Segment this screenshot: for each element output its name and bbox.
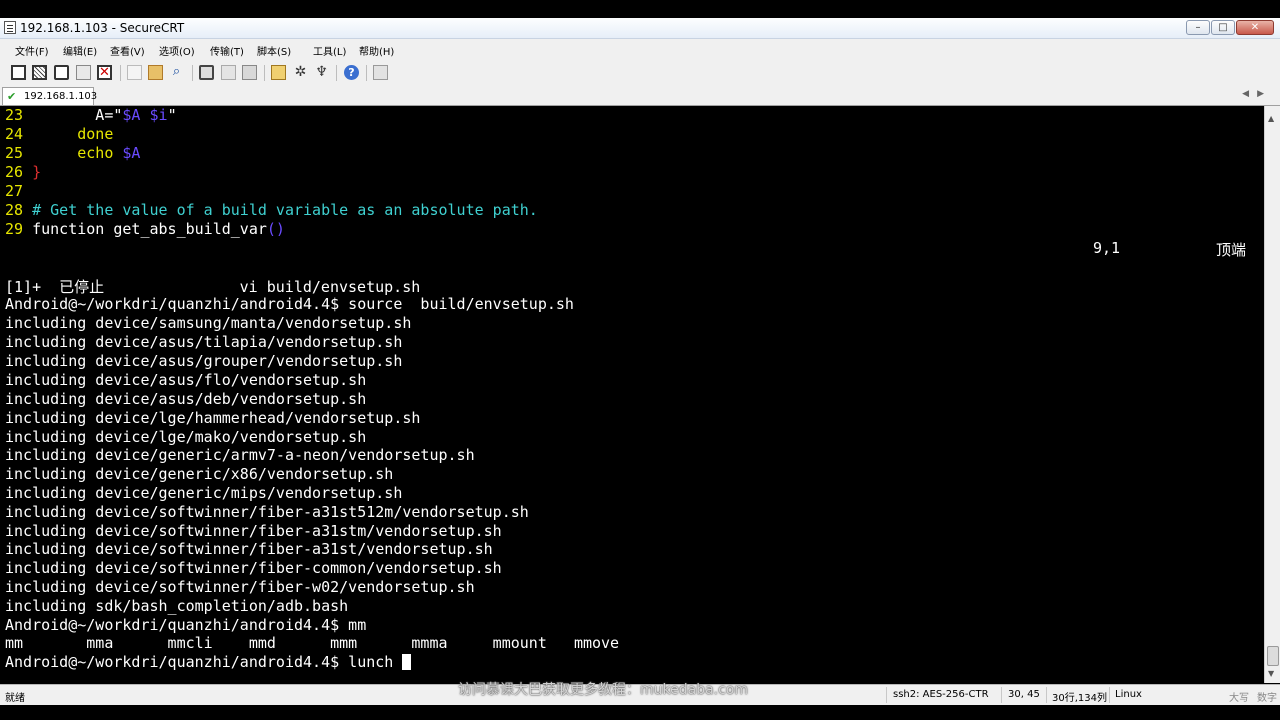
vim-scroll-indicator: 顶端 [1216, 241, 1247, 259]
shell-line: Android@~/workdri/quanzhi/android4.4$ mm [5, 616, 367, 634]
close-button[interactable]: ✕ [1236, 20, 1274, 35]
shell-line: including device/softwinner/fiber-a31st5… [5, 503, 529, 521]
connected-check-icon: ✔ [7, 90, 17, 103]
status-ready: 就绪 [5, 693, 25, 704]
toolbar-separator [120, 65, 121, 81]
find-icon[interactable]: ⌕ [169, 65, 184, 80]
vim-cursor-position: 9,1 [1093, 239, 1121, 257]
shell-line: mm mma mmcli mmd mmm mmma mmount mmove [5, 634, 620, 652]
shell-line: including device/asus/grouper/vendorsetu… [5, 352, 403, 370]
status-os: Linux [1115, 689, 1142, 700]
shell-line: including device/softwinner/fiber-common… [5, 559, 502, 577]
shell-line: including device/asus/tilapia/vendorsetu… [5, 333, 403, 351]
status-caps: 大写 [1229, 693, 1249, 704]
shell-line: including device/samsung/manta/vendorset… [5, 314, 412, 332]
shell-prompt-line: Android@~/workdri/quanzhi/android4.4$ lu… [5, 653, 412, 672]
shell-line: including device/asus/deb/vendorsetup.sh [5, 390, 367, 408]
print-setup-icon[interactable] [221, 65, 236, 80]
status-cipher: ssh2: AES-256-CTR [893, 689, 989, 700]
menu-file[interactable]: 文件(F) [15, 43, 49, 58]
shell-line: including device/lge/hammerhead/vendorse… [5, 409, 421, 427]
shell-line: including device/generic/x86/vendorsetup… [5, 465, 394, 483]
vim-line: 25 echo $A [5, 144, 141, 162]
tab-scroll-arrows[interactable]: ◀▶ [1242, 89, 1272, 99]
print-screen-icon[interactable] [242, 65, 257, 80]
menu-script[interactable]: 脚本(S) [257, 43, 291, 58]
window-controls: – □ ✕ [1186, 20, 1274, 35]
status-cursor: 30, 45 [1008, 689, 1040, 700]
session-tab-label: 192.168.1.103 [24, 91, 98, 102]
global-options-icon[interactable]: ✲ [293, 65, 308, 80]
vim-line: 24 done [5, 125, 114, 143]
menu-view[interactable]: 查看(V) [110, 43, 145, 58]
print-icon[interactable] [199, 65, 214, 80]
shell-line: including device/softwinner/fiber-w02/ve… [5, 578, 475, 596]
shell-line: including device/generic/mips/vendorsetu… [5, 484, 403, 502]
toolbar-separator [336, 65, 337, 81]
toolbar-separator [366, 65, 367, 81]
menu-transfer[interactable]: 传输(T) [210, 43, 244, 58]
shell-line: including device/softwinner/fiber-a31st/… [5, 540, 493, 558]
disconnect-icon[interactable]: ✕ [97, 65, 112, 80]
connect-tab-icon[interactable] [54, 65, 69, 80]
shell-line: including device/softwinner/fiber-a31stm… [5, 522, 502, 540]
status-separator [1001, 687, 1002, 703]
title-bar: 192.168.1.103 - SecureCRT – □ ✕ [0, 18, 1280, 39]
session-tab[interactable]: ✔ 192.168.1.103 [2, 87, 98, 105]
vim-line: 26 } [5, 163, 42, 181]
minimize-button[interactable]: – [1186, 20, 1210, 35]
shell-line: including device/generic/armv7-a-neon/ve… [5, 446, 475, 464]
status-separator [886, 687, 887, 703]
copy-icon[interactable] [127, 65, 142, 80]
keymap-icon[interactable]: ♆ [314, 65, 329, 80]
vim-line: 29 function get_abs_build_var() [5, 220, 285, 238]
status-num: 数字 [1257, 693, 1277, 704]
window-title: 192.168.1.103 - SecureCRT [20, 21, 185, 35]
toolbar-separator [192, 65, 193, 81]
watermark: 访问慕课大巴获取更多教程：mukedaba.com [458, 682, 749, 698]
status-separator [1046, 687, 1047, 703]
vim-line: 23 A="$A $i" [5, 106, 177, 124]
scrollbar-thumb[interactable] [1267, 646, 1279, 666]
menu-help[interactable]: 帮助(H) [359, 43, 394, 58]
terminal-scrollbar[interactable]: ▲ ▼ [1264, 106, 1280, 683]
vim-line: 28 # Get the value of a build variable a… [5, 201, 538, 219]
shell-line: including device/asus/flo/vendorsetup.sh [5, 371, 367, 389]
quick-connect-icon[interactable] [32, 65, 47, 80]
status-separator [1109, 687, 1110, 703]
maximize-button[interactable]: □ [1211, 20, 1235, 35]
sftp-icon[interactable] [373, 65, 388, 80]
scroll-down-icon[interactable]: ▼ [1268, 669, 1274, 678]
menu-bar: 文件(F) 编辑(E) 查看(V) 选项(O) 传输(T) 脚本(S) 工具(L… [0, 39, 1280, 60]
prompt-text: Android@~/workdri/quanzhi/android4.4$ lu… [5, 653, 403, 671]
shell-line: Android@~/workdri/quanzhi/android4.4$ so… [5, 295, 574, 313]
connect-icon[interactable] [11, 65, 26, 80]
paste-icon[interactable] [148, 65, 163, 80]
session-options-icon[interactable] [271, 65, 286, 80]
shell-line: including device/lge/mako/vendorsetup.sh [5, 428, 367, 446]
shell-line: [1]+ 已停止 vi build/envsetup.sh [5, 278, 421, 296]
reconnect-icon[interactable] [76, 65, 91, 80]
vim-line: 27 [5, 182, 24, 200]
terminal-screen[interactable]: 23 A="$A $i" 24 done 25 echo $A 26 } 27 … [0, 106, 1264, 683]
menu-edit[interactable]: 编辑(E) [63, 43, 97, 58]
status-size: 30行,134列 [1052, 693, 1107, 704]
session-tab-bar: ✔ 192.168.1.103 ◀▶ [0, 86, 1280, 106]
securecrt-app-icon[interactable] [4, 21, 16, 34]
menu-options[interactable]: 选项(O) [159, 43, 195, 58]
scroll-up-icon[interactable]: ▲ [1268, 114, 1274, 123]
help-icon[interactable]: ? [344, 65, 359, 80]
toolbar: ✕ ⌕ ✲ ♆ ? ▲ [0, 60, 1280, 141]
text-cursor [402, 654, 412, 670]
menu-tools[interactable]: 工具(L) [313, 43, 346, 58]
shell-line: including sdk/bash_completion/adb.bash [5, 597, 349, 615]
toolbar-separator [264, 65, 265, 81]
